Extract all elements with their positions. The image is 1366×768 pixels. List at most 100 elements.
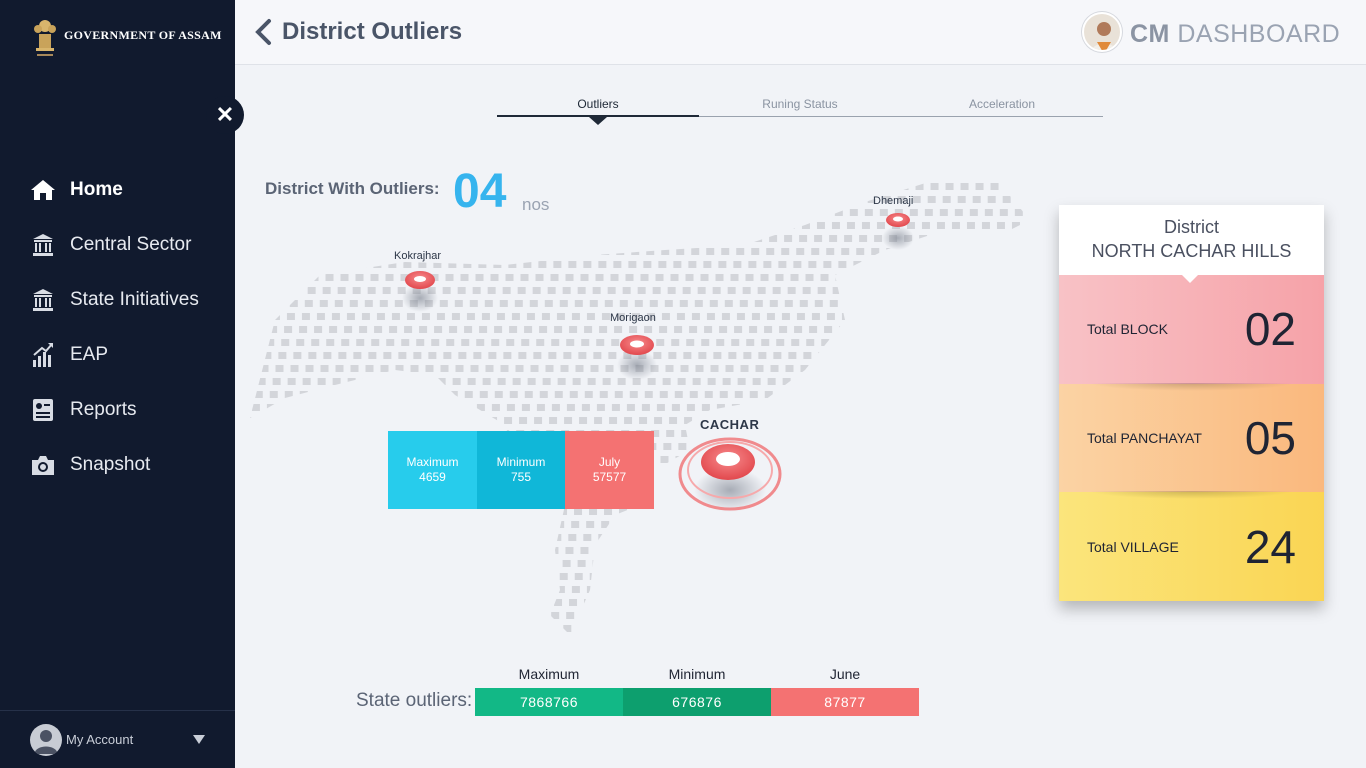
map-dot [689, 391, 698, 398]
map-dot [833, 352, 842, 359]
tab-acceleration[interactable]: Acceleration [901, 95, 1103, 116]
map-dot [627, 196, 636, 203]
map-dot [669, 417, 678, 424]
map-dot [461, 612, 470, 619]
map-dot [509, 391, 518, 398]
map-dot [713, 625, 722, 632]
map-dot [281, 404, 290, 411]
map-dot [541, 586, 550, 593]
map-dot [733, 534, 742, 541]
map-dot [361, 521, 370, 528]
map-dot [1033, 469, 1035, 476]
map-dot [422, 378, 431, 385]
map-dot [291, 222, 300, 229]
sidebar-item-state-initiatives[interactable]: State Initiatives [30, 272, 199, 327]
tab-outliers[interactable]: Outliers [497, 95, 699, 125]
map-dot [639, 417, 648, 424]
map-dot [601, 313, 610, 320]
map-dot [915, 456, 924, 463]
map-dot [331, 521, 340, 528]
map-dot [931, 313, 940, 320]
sidebar-item-home[interactable]: Home [30, 162, 199, 217]
map-dot [912, 196, 921, 203]
map-dot [853, 534, 862, 541]
map-dot [607, 560, 616, 567]
map-dot [952, 287, 961, 294]
map-dot [820, 547, 829, 554]
map-dot [819, 417, 828, 424]
tab-running-status[interactable]: Runing Status [699, 95, 901, 116]
chevron-down-icon[interactable] [193, 735, 205, 744]
map-dot [1026, 222, 1030, 229]
map-pin-kokrajhar[interactable] [402, 271, 438, 312]
map-dot [604, 235, 613, 242]
map-dot [654, 417, 663, 424]
map-dot [356, 612, 365, 619]
map-dot [306, 222, 315, 229]
map-dot [687, 196, 696, 203]
map-dot [844, 235, 853, 242]
map-dot [568, 534, 577, 541]
map-dot [678, 170, 686, 177]
sidebar-item-reports[interactable]: Reports [30, 382, 199, 437]
map-pin-morigaon[interactable] [617, 335, 657, 380]
map-dot [519, 417, 528, 424]
map-dot [256, 586, 265, 593]
map-dot [852, 196, 861, 203]
map-dot [332, 378, 341, 385]
map-dot [326, 339, 335, 346]
map-dot [768, 443, 777, 450]
map-dot [629, 326, 638, 333]
map-dot [622, 287, 631, 294]
map-dot [609, 417, 618, 424]
map-dot [855, 183, 864, 190]
map-dot [684, 209, 693, 216]
map-dot [581, 404, 590, 411]
account-menu[interactable]: My Account [0, 710, 235, 768]
close-sidebar-button[interactable]: ✕ [206, 96, 244, 134]
map-pin-cachar[interactable] [678, 437, 782, 512]
pin-label-cachar: CACHAR [700, 417, 760, 432]
map-dot [406, 313, 415, 320]
map-dot [956, 339, 965, 346]
map-dot [536, 404, 545, 411]
map-dot [514, 300, 523, 307]
map-dot [949, 508, 958, 515]
map-dot [511, 521, 520, 528]
map-dot [381, 222, 390, 229]
map-dot [328, 261, 337, 268]
map-dot [451, 313, 460, 320]
map-dot [586, 248, 595, 255]
map-dot [295, 547, 304, 554]
map-dot [940, 547, 949, 554]
map-dot [779, 326, 788, 333]
map-pin-dhemaji[interactable] [882, 213, 914, 250]
sidebar-item-snapshot[interactable]: Snapshot [30, 437, 199, 492]
map-dot [336, 495, 345, 502]
map-dot [956, 404, 965, 411]
map-dot [590, 365, 599, 372]
map-dot [250, 378, 251, 385]
map-dot [391, 586, 400, 593]
map-dot [995, 365, 1004, 372]
map-dot [379, 573, 388, 580]
map-dot [1021, 521, 1030, 528]
map-dot [276, 495, 285, 502]
map-dot [426, 222, 435, 229]
stat-value: 02 [1244, 303, 1296, 356]
back-arrow-icon[interactable] [253, 18, 275, 46]
map-dot [934, 300, 943, 307]
government-logo[interactable]: GOVERNMENT OF ASSAM [30, 14, 222, 60]
map-dot [656, 339, 665, 346]
map-dot [905, 365, 914, 372]
sidebar-item-eap[interactable]: EAP [30, 327, 199, 382]
map-dot [530, 365, 539, 372]
state-outlier-minimum: Minimum 676876 [623, 666, 771, 716]
map-dot [266, 339, 275, 346]
map-dot [566, 612, 575, 619]
map-dot [621, 222, 630, 229]
map-dot [532, 560, 541, 567]
map-dot [398, 625, 407, 632]
sidebar-item-central-sector[interactable]: Central Sector [30, 217, 199, 272]
pin-label-kokrajhar: Kokrajhar [394, 250, 442, 262]
